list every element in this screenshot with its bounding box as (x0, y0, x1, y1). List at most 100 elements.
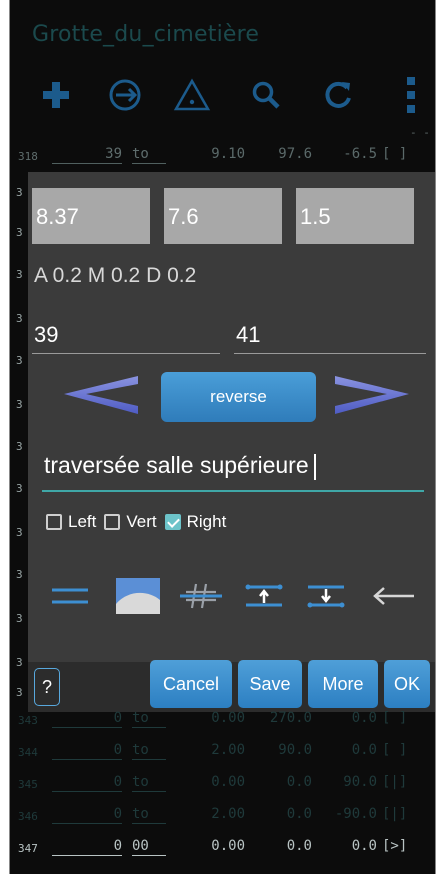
double-line-icon[interactable] (48, 574, 92, 618)
shot-azimuth: 270.0 (269, 710, 312, 726)
shot-clino: -90.0 (334, 806, 377, 822)
shot-flag: [ ] (382, 146, 408, 162)
right-checkbox[interactable]: Right (164, 512, 227, 532)
extend-down-icon[interactable] (304, 574, 348, 618)
shot-flag: [ ] (382, 710, 408, 726)
row-number-fragment: 3 (16, 526, 23, 539)
row-number-fragment: 3 (16, 686, 23, 699)
shot-length: 0.00 (211, 774, 245, 790)
amd-accuracy-label: A 0.2 M 0.2 D 0.2 (34, 264, 197, 287)
shot-from-station: 0 (52, 774, 122, 792)
table-row[interactable]: 318 39 to 9.10 97.6 -6.5 [ ] (10, 142, 435, 170)
table-row[interactable]: 346 0 to 2.00 0.0 -90.0 [|] (10, 802, 435, 830)
ok-button[interactable]: OK (384, 660, 430, 708)
back-arrow-icon[interactable] (368, 574, 418, 618)
checkbox-box[interactable] (46, 514, 62, 530)
search-icon[interactable] (246, 70, 286, 120)
shot-number: 318 (18, 150, 38, 163)
vert-checkbox[interactable]: Vert (104, 512, 157, 532)
shot-azimuth: 0.0 (286, 774, 312, 790)
shot-number: 347 (18, 842, 38, 855)
shot-clino: 0.0 (351, 838, 377, 854)
table-row[interactable]: 343 0 to 0.00 270.0 0.0 [ ] (10, 706, 435, 734)
shot-to-station: 00 (132, 838, 166, 856)
shot-number: 345 (18, 778, 38, 791)
shot-to-station: to (132, 806, 166, 824)
row-number-fragment: 3 (16, 482, 23, 495)
row-number-fragment: 3 (16, 656, 23, 669)
plus-icon[interactable] (36, 70, 76, 120)
distance-field[interactable]: 8.37 (32, 188, 150, 244)
table-row[interactable]: 345 0 to 0.00 0.0 90.0 [|] (10, 770, 435, 798)
help-button[interactable]: ? (34, 668, 60, 706)
shot-from-station: 0 (52, 742, 122, 760)
cancel-button[interactable]: Cancel (150, 660, 232, 708)
shot-flag: [|] (382, 806, 408, 822)
row-number-fragment: 3 (16, 312, 23, 325)
extend-up-icon[interactable] (242, 574, 286, 618)
to-station-field[interactable]: 41 (234, 322, 426, 354)
shot-from-station: 0 (52, 710, 122, 728)
shot-number: 344 (18, 746, 38, 759)
shot-to-station: to (132, 146, 166, 164)
shot-clino: -6.5 (343, 146, 377, 162)
action-toolbar (10, 70, 435, 120)
app-title: Grotte_du_cimetière (32, 22, 260, 47)
save-button[interactable]: Save (238, 660, 302, 708)
left-checkbox-label: Left (68, 512, 97, 531)
shot-to-station: to (132, 742, 166, 760)
table-row[interactable]: 347 0 00 0.00 0.0 0.0 [>] (10, 834, 435, 862)
row-number-fragment: 3 (16, 568, 23, 581)
shot-number: 346 (18, 810, 38, 823)
shot-clino: 0.0 (351, 710, 377, 726)
shot-azimuth: 97.6 (278, 146, 312, 162)
shot-edit-dialog: 8.37 7.6 1.5 A 0.2 M 0.2 D 0.2 39 41 rev… (28, 172, 435, 712)
row-number-fragment: 3 (16, 186, 23, 199)
chevron-left-icon (64, 376, 138, 414)
warning-triangle-icon[interactable] (170, 70, 214, 120)
shot-flag: [|] (382, 774, 408, 790)
reverse-button[interactable]: reverse (161, 372, 316, 422)
next-arrow-button[interactable] (333, 370, 429, 426)
shot-tools-row (28, 574, 435, 618)
right-checkbox-label: Right (186, 512, 227, 531)
surface-profile-icon[interactable] (114, 574, 162, 618)
table-row[interactable]: 344 0 to 2.00 90.0 0.0 [ ] (10, 738, 435, 766)
shot-number: 343 (18, 714, 38, 727)
splay-checkbox-group: Left Vert Right (46, 510, 234, 534)
shot-azimuth: 0.0 (286, 838, 312, 854)
clino-field[interactable]: 1.5 (296, 188, 414, 244)
from-station-field[interactable]: 39 (32, 322, 220, 354)
previous-arrow-button[interactable] (44, 370, 140, 426)
shot-length: 9.10 (211, 146, 245, 162)
comment-input[interactable]: traversée salle supérieure (42, 452, 424, 492)
frame-right-border (435, 0, 436, 874)
comment-text: traversée salle supérieure (44, 452, 309, 478)
checkbox-box-checked[interactable] (164, 514, 181, 530)
shot-from-station: 0 (52, 838, 122, 856)
left-checkbox[interactable]: Left (46, 512, 96, 532)
checkbox-box[interactable] (104, 514, 121, 530)
shot-length: 0.00 (211, 710, 245, 726)
row-number-fragment: 3 (16, 268, 23, 281)
shot-azimuth: 0.0 (286, 806, 312, 822)
shot-length: 2.00 (211, 742, 245, 758)
circle-arrow-icon[interactable] (104, 70, 146, 120)
row-number-fragment: 3 (16, 440, 23, 453)
overflow-menu-icon[interactable] (398, 70, 424, 120)
more-button[interactable]: More (308, 660, 378, 708)
shot-from-station: 39 (52, 146, 122, 164)
azimuth-field[interactable]: 7.6 (164, 188, 282, 244)
hash-strike-icon[interactable] (178, 574, 224, 618)
row-number-fragment: 3 (16, 612, 23, 625)
shot-azimuth: 90.0 (278, 742, 312, 758)
refresh-icon[interactable] (318, 70, 358, 120)
app-screen: Grotte_du_cimetière - - 318 39 to 9.10 9… (10, 0, 435, 874)
shot-clino: 0.0 (351, 742, 377, 758)
row-number-fragment: 3 (16, 226, 23, 239)
shot-to-station: to (132, 710, 166, 728)
vert-checkbox-label: Vert (126, 512, 157, 531)
shot-from-station: 0 (52, 806, 122, 824)
shot-flag: [>] (382, 838, 408, 854)
row-number-fragment: 3 (16, 354, 23, 367)
